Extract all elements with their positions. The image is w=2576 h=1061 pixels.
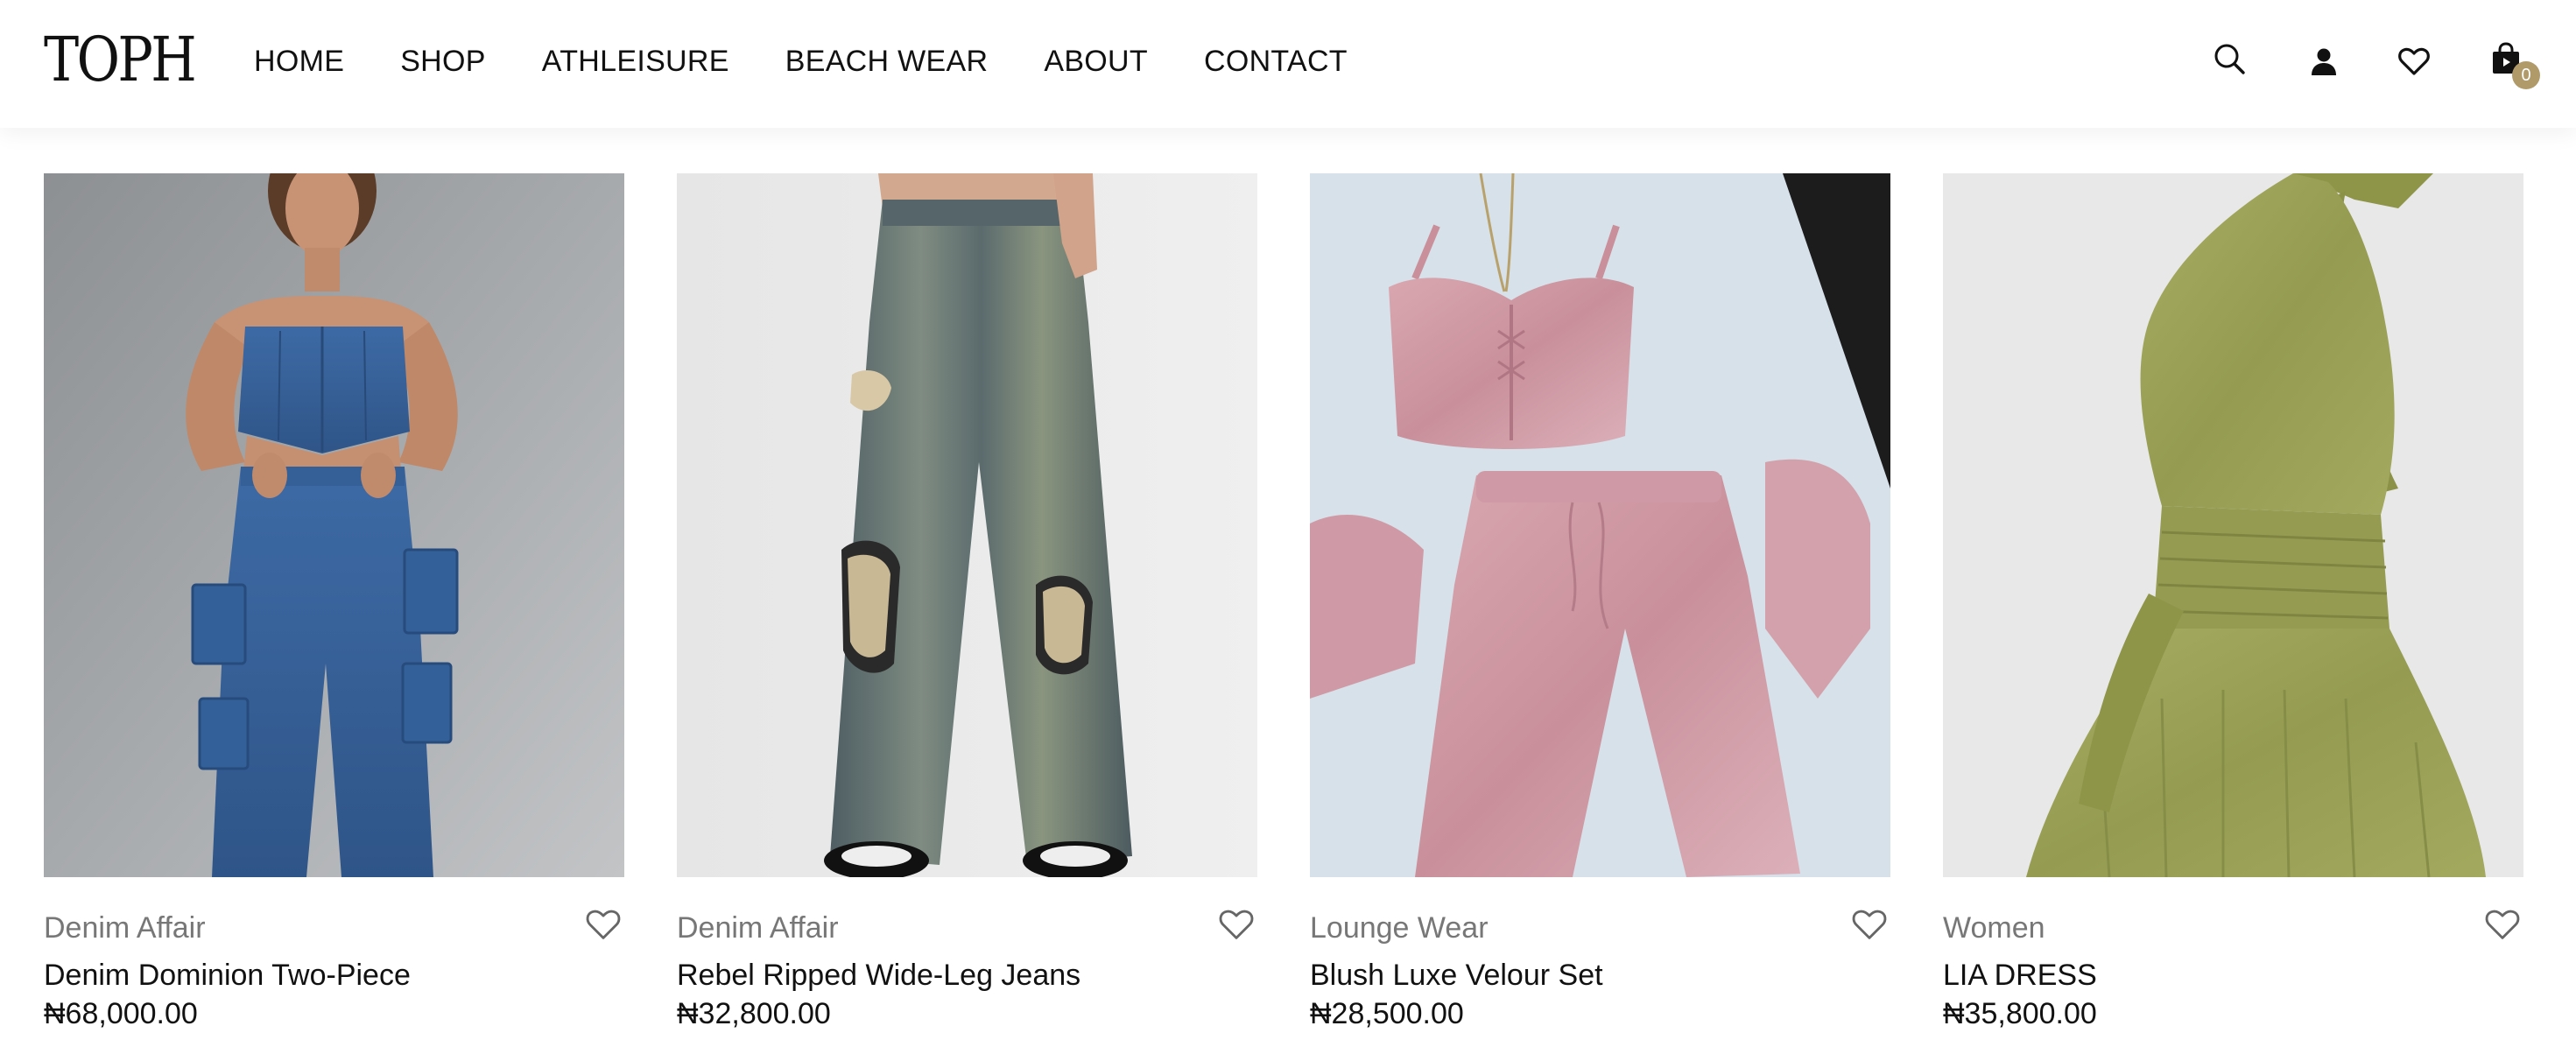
product-price: ₦28,500.00: [1310, 997, 1464, 1030]
product-image[interactable]: [677, 173, 1257, 877]
product-category[interactable]: Lounge Wear: [1310, 909, 1489, 947]
add-to-wishlist-heart-icon[interactable]: [584, 905, 623, 944]
product-category[interactable]: Denim Affair: [677, 909, 839, 947]
product-category[interactable]: Women: [1943, 909, 2045, 947]
product-price: ₦35,800.00: [1943, 997, 2097, 1030]
product-title[interactable]: Blush Luxe Velour Set: [1310, 956, 1603, 994]
product-title[interactable]: Rebel Ripped Wide-Leg Jeans: [677, 956, 1080, 994]
site-header: TOPH HOME SHOP ATHLEISURE BEACH WEAR ABO…: [0, 0, 2576, 128]
heart-icon[interactable]: [2397, 44, 2432, 79]
product-image[interactable]: [1943, 173, 2523, 877]
product-card: Denim Affair Denim Dominion Two-Piece ₦6…: [44, 173, 624, 1030]
product-card: Lounge Wear Blush Luxe Velour Set ₦28,50…: [1310, 173, 1890, 1030]
add-to-wishlist-heart-icon[interactable]: [1850, 905, 1889, 944]
nav-contact[interactable]: CONTACT: [1204, 42, 1348, 81]
add-to-wishlist-heart-icon[interactable]: [1217, 905, 1256, 944]
search-icon[interactable]: [2212, 41, 2247, 76]
nav-home[interactable]: HOME: [254, 42, 344, 81]
add-to-wishlist-heart-icon[interactable]: [2483, 905, 2522, 944]
product-image[interactable]: [44, 173, 624, 877]
brand-logo[interactable]: TOPH: [44, 29, 197, 90]
product-price: ₦68,000.00: [44, 997, 198, 1030]
cart-count-badge: 0: [2512, 61, 2540, 89]
nav-shop[interactable]: SHOP: [400, 42, 486, 81]
product-card: Women LIA DRESS ₦35,800.00: [1943, 173, 2523, 1030]
nav-beach-wear[interactable]: BEACH WEAR: [785, 42, 989, 81]
product-category[interactable]: Denim Affair: [44, 909, 206, 947]
product-image[interactable]: [1310, 173, 1890, 877]
product-title[interactable]: LIA DRESS: [1943, 956, 2097, 994]
product-card: Denim Affair Rebel Ripped Wide-Leg Jeans…: [677, 173, 1257, 1030]
nav-about[interactable]: ABOUT: [1044, 42, 1148, 81]
user-icon[interactable]: [2306, 44, 2341, 79]
product-price: ₦32,800.00: [677, 997, 831, 1030]
main-nav: HOME SHOP ATHLEISURE BEACH WEAR ABOUT CO…: [254, 42, 1348, 81]
nav-athleisure[interactable]: ATHLEISURE: [542, 42, 729, 81]
product-title[interactable]: Denim Dominion Two-Piece: [44, 956, 411, 994]
